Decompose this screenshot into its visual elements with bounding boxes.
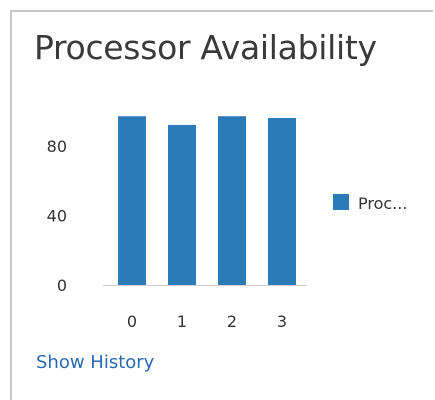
bar-0 [118, 116, 146, 285]
bar-3 [268, 117, 296, 286]
y-tick-label: 0 [57, 276, 67, 295]
processor-availability-tile: Processor Availability 0 40 80 0 1 2 3 Proc... … [10, 10, 433, 400]
bar-1 [168, 124, 196, 285]
y-tick-label: 80 [47, 137, 67, 156]
x-tick-label: 3 [277, 312, 287, 331]
legend-label: Proc... [358, 194, 407, 213]
show-history-link[interactable]: Show History [36, 352, 154, 373]
x-tick-label: 1 [177, 312, 187, 331]
y-tick-label: 40 [47, 206, 67, 225]
bar-2 [218, 116, 246, 285]
availability-bar-chart: 0 40 80 0 1 2 3 Proc... [47, 116, 407, 331]
x-tick-label: 0 [127, 312, 137, 331]
x-tick-label: 2 [227, 312, 237, 331]
legend-swatch [333, 194, 349, 210]
